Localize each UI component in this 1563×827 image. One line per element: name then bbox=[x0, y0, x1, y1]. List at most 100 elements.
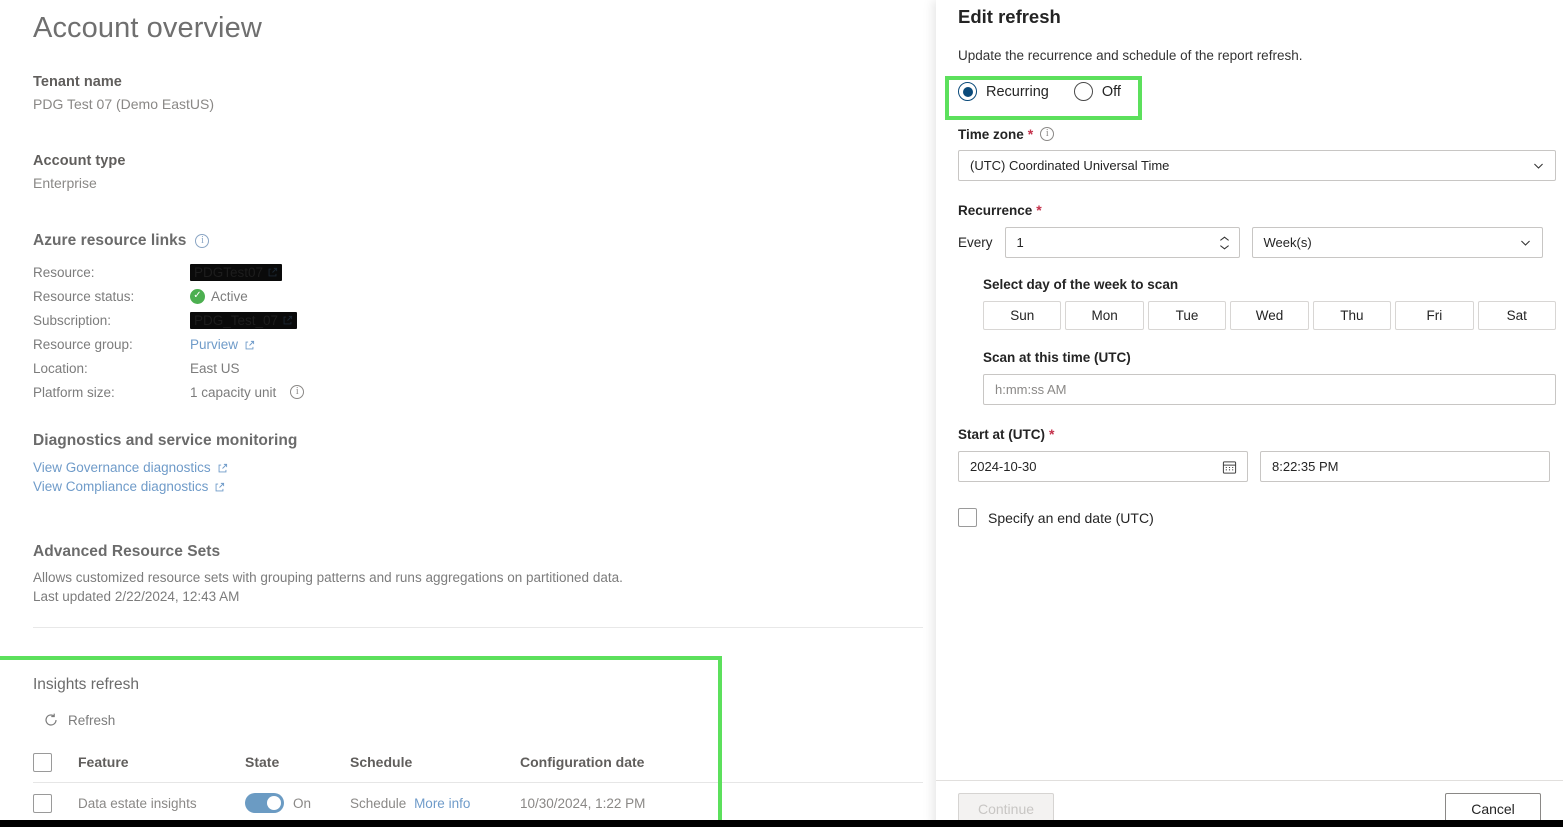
time-zone-field: Time zone * i (UTC) Coordinated Universa… bbox=[958, 126, 1556, 181]
required-asterisk: * bbox=[1049, 426, 1055, 442]
schedule-more-info-link[interactable]: More info bbox=[414, 796, 470, 811]
recurrence-unit-select[interactable]: Week(s) bbox=[1251, 227, 1543, 258]
subscription-row: Subscription: PDG_Test_07 bbox=[33, 308, 453, 332]
start-time-value: 8:22:35 PM bbox=[1272, 459, 1339, 474]
account-type-group: Account type Enterprise bbox=[33, 153, 125, 191]
spinner-down-icon[interactable] bbox=[1219, 243, 1230, 250]
advanced-resource-sets-heading: Advanced Resource Sets bbox=[33, 543, 221, 560]
info-icon[interactable]: i bbox=[195, 234, 210, 248]
redacted-resource-name[interactable]: PDGTest07 bbox=[190, 263, 282, 281]
day-of-week-picker: Select day of the week to scan Sun Mon T… bbox=[983, 277, 1556, 330]
specify-end-date-row[interactable]: Specify an end date (UTC) bbox=[958, 508, 1154, 527]
radio-recurring-indicator bbox=[958, 82, 977, 101]
required-asterisk: * bbox=[1027, 126, 1034, 142]
column-header-state[interactable]: State bbox=[245, 754, 350, 770]
radio-option-off[interactable]: Off bbox=[1073, 82, 1121, 101]
location-value: East US bbox=[190, 360, 240, 376]
advanced-resource-sets-group: Advanced Resource Sets Allows customized… bbox=[33, 543, 623, 604]
azure-resource-links-rows: Resource: PDGTest07 Resource status: ✓ A… bbox=[33, 260, 453, 404]
select-all-checkbox[interactable] bbox=[33, 752, 52, 772]
row-select-cell bbox=[33, 793, 78, 813]
azure-resource-links-heading: Azure resource links i bbox=[33, 232, 210, 250]
info-icon[interactable]: i bbox=[1040, 127, 1055, 141]
insights-table: Feature State Schedule Configuration dat… bbox=[33, 742, 923, 824]
every-value: 1 bbox=[1016, 235, 1024, 250]
compliance-diagnostics-link[interactable]: View Compliance diagnostics bbox=[33, 479, 297, 494]
column-header-schedule[interactable]: Schedule bbox=[350, 754, 520, 770]
resource-key: Resource: bbox=[33, 264, 95, 280]
spinner-up-icon[interactable] bbox=[1219, 235, 1230, 242]
recurrence-label-text: Recurrence bbox=[958, 202, 1033, 218]
resource-status-text: Active bbox=[211, 288, 248, 304]
state-label: On bbox=[293, 795, 312, 811]
redacted-subscription-name[interactable]: PDG_Test_07 bbox=[190, 311, 297, 329]
time-zone-value: (UTC) Coordinated Universal Time bbox=[970, 158, 1170, 173]
recurrence-label: Recurrence * bbox=[958, 202, 1556, 218]
resource-group-row: Resource group: Purview bbox=[33, 332, 453, 356]
day-button-tue[interactable]: Tue bbox=[1147, 301, 1227, 330]
column-header-configuration-date[interactable]: Configuration date bbox=[520, 754, 923, 770]
radio-recurring-label: Recurring bbox=[986, 83, 1049, 100]
advanced-resource-sets-description: Allows customized resource sets with gro… bbox=[33, 570, 623, 585]
scan-time-label: Scan at this time (UTC) bbox=[983, 350, 1131, 365]
info-icon[interactable]: i bbox=[290, 385, 305, 399]
edit-refresh-panel: Edit refresh Update the recurrence and s… bbox=[936, 0, 1563, 827]
radio-off-indicator bbox=[1073, 82, 1093, 101]
resource-value: PDGTest07 bbox=[190, 263, 282, 281]
start-date-input[interactable]: 2024-10-30 bbox=[958, 451, 1248, 482]
redacted-resource-text: PDGTest07 bbox=[194, 264, 264, 280]
governance-diagnostics-label: View Governance diagnostics bbox=[33, 460, 211, 475]
scan-time-placeholder: h:mm:ss AM bbox=[995, 382, 1067, 397]
state-toggle[interactable] bbox=[245, 793, 284, 813]
table-header-row: Feature State Schedule Configuration dat… bbox=[33, 742, 923, 783]
number-spinner[interactable] bbox=[1219, 235, 1230, 250]
location-row: Location: East US bbox=[33, 356, 453, 380]
radio-option-recurring[interactable]: Recurring bbox=[958, 82, 1049, 101]
row-checkbox[interactable] bbox=[33, 793, 52, 813]
day-button-fri[interactable]: Fri bbox=[1395, 301, 1474, 330]
resource-group-link[interactable]: Purview bbox=[190, 337, 238, 352]
resource-status-key: Resource status: bbox=[33, 288, 135, 304]
resource-row: Resource: PDGTest07 bbox=[33, 260, 453, 284]
resource-status-row: Resource status: ✓ Active bbox=[33, 284, 453, 308]
day-button-wed[interactable]: Wed bbox=[1230, 301, 1309, 330]
refresh-mode-radio-group: Recurring Off bbox=[958, 82, 1121, 101]
refresh-button[interactable]: Refresh bbox=[43, 712, 115, 728]
day-button-sat[interactable]: Sat bbox=[1477, 301, 1556, 330]
screen-root: Account overview Tenant name PDG Test 07… bbox=[0, 0, 1563, 827]
redacted-subscription-text: PDG_Test_07 bbox=[194, 312, 279, 328]
specify-end-date-label: Specify an end date (UTC) bbox=[988, 509, 1154, 526]
refresh-label: Refresh bbox=[68, 712, 116, 728]
start-at-label-text: Start at (UTC) bbox=[958, 426, 1045, 442]
specify-end-date-checkbox[interactable] bbox=[958, 508, 977, 527]
calendar-icon[interactable] bbox=[1222, 459, 1237, 474]
table-row[interactable]: Data estate insights On Schedule More in… bbox=[33, 783, 923, 824]
platform-size-key: Platform size: bbox=[33, 384, 115, 400]
day-button-mon[interactable]: Mon bbox=[1065, 301, 1144, 330]
day-button-thu[interactable]: Thu bbox=[1312, 301, 1392, 330]
select-all-cell bbox=[33, 752, 78, 772]
compliance-diagnostics-label: View Compliance diagnostics bbox=[33, 479, 209, 494]
every-label: Every bbox=[958, 235, 993, 250]
radio-off-label: Off bbox=[1101, 83, 1121, 100]
scan-time-input[interactable]: h:mm:ss AM bbox=[983, 374, 1556, 405]
every-number-input[interactable]: 1 bbox=[1004, 227, 1240, 258]
day-picker-label: Select day of the week to scan bbox=[983, 277, 1179, 292]
panel-subtitle: Update the recurrence and schedule of th… bbox=[958, 48, 1303, 63]
governance-diagnostics-link[interactable]: View Governance diagnostics bbox=[33, 460, 297, 475]
start-time-input[interactable]: 8:22:35 PM bbox=[1260, 451, 1550, 482]
tenant-name-group: Tenant name PDG Test 07 (Demo EastUS) bbox=[33, 74, 214, 112]
day-button-sun[interactable]: Sun bbox=[983, 301, 1062, 330]
toggle-knob bbox=[267, 796, 281, 810]
chevron-down-icon bbox=[1520, 240, 1530, 246]
location-key: Location: bbox=[33, 360, 88, 376]
resource-status-value: ✓ Active bbox=[190, 288, 248, 304]
platform-size-row: Platform size: 1 capacity unit i bbox=[33, 380, 453, 404]
external-link-icon bbox=[215, 482, 225, 492]
subscription-key: Subscription: bbox=[33, 312, 112, 328]
time-zone-select[interactable]: (UTC) Coordinated Universal Time bbox=[958, 150, 1556, 181]
column-header-feature[interactable]: Feature bbox=[78, 754, 245, 770]
resource-group-value: Purview bbox=[190, 337, 255, 352]
page-title: Account overview bbox=[33, 12, 262, 44]
start-at-field: Start at (UTC) * 2024-10-30 8:22:35 PM bbox=[958, 426, 1556, 482]
